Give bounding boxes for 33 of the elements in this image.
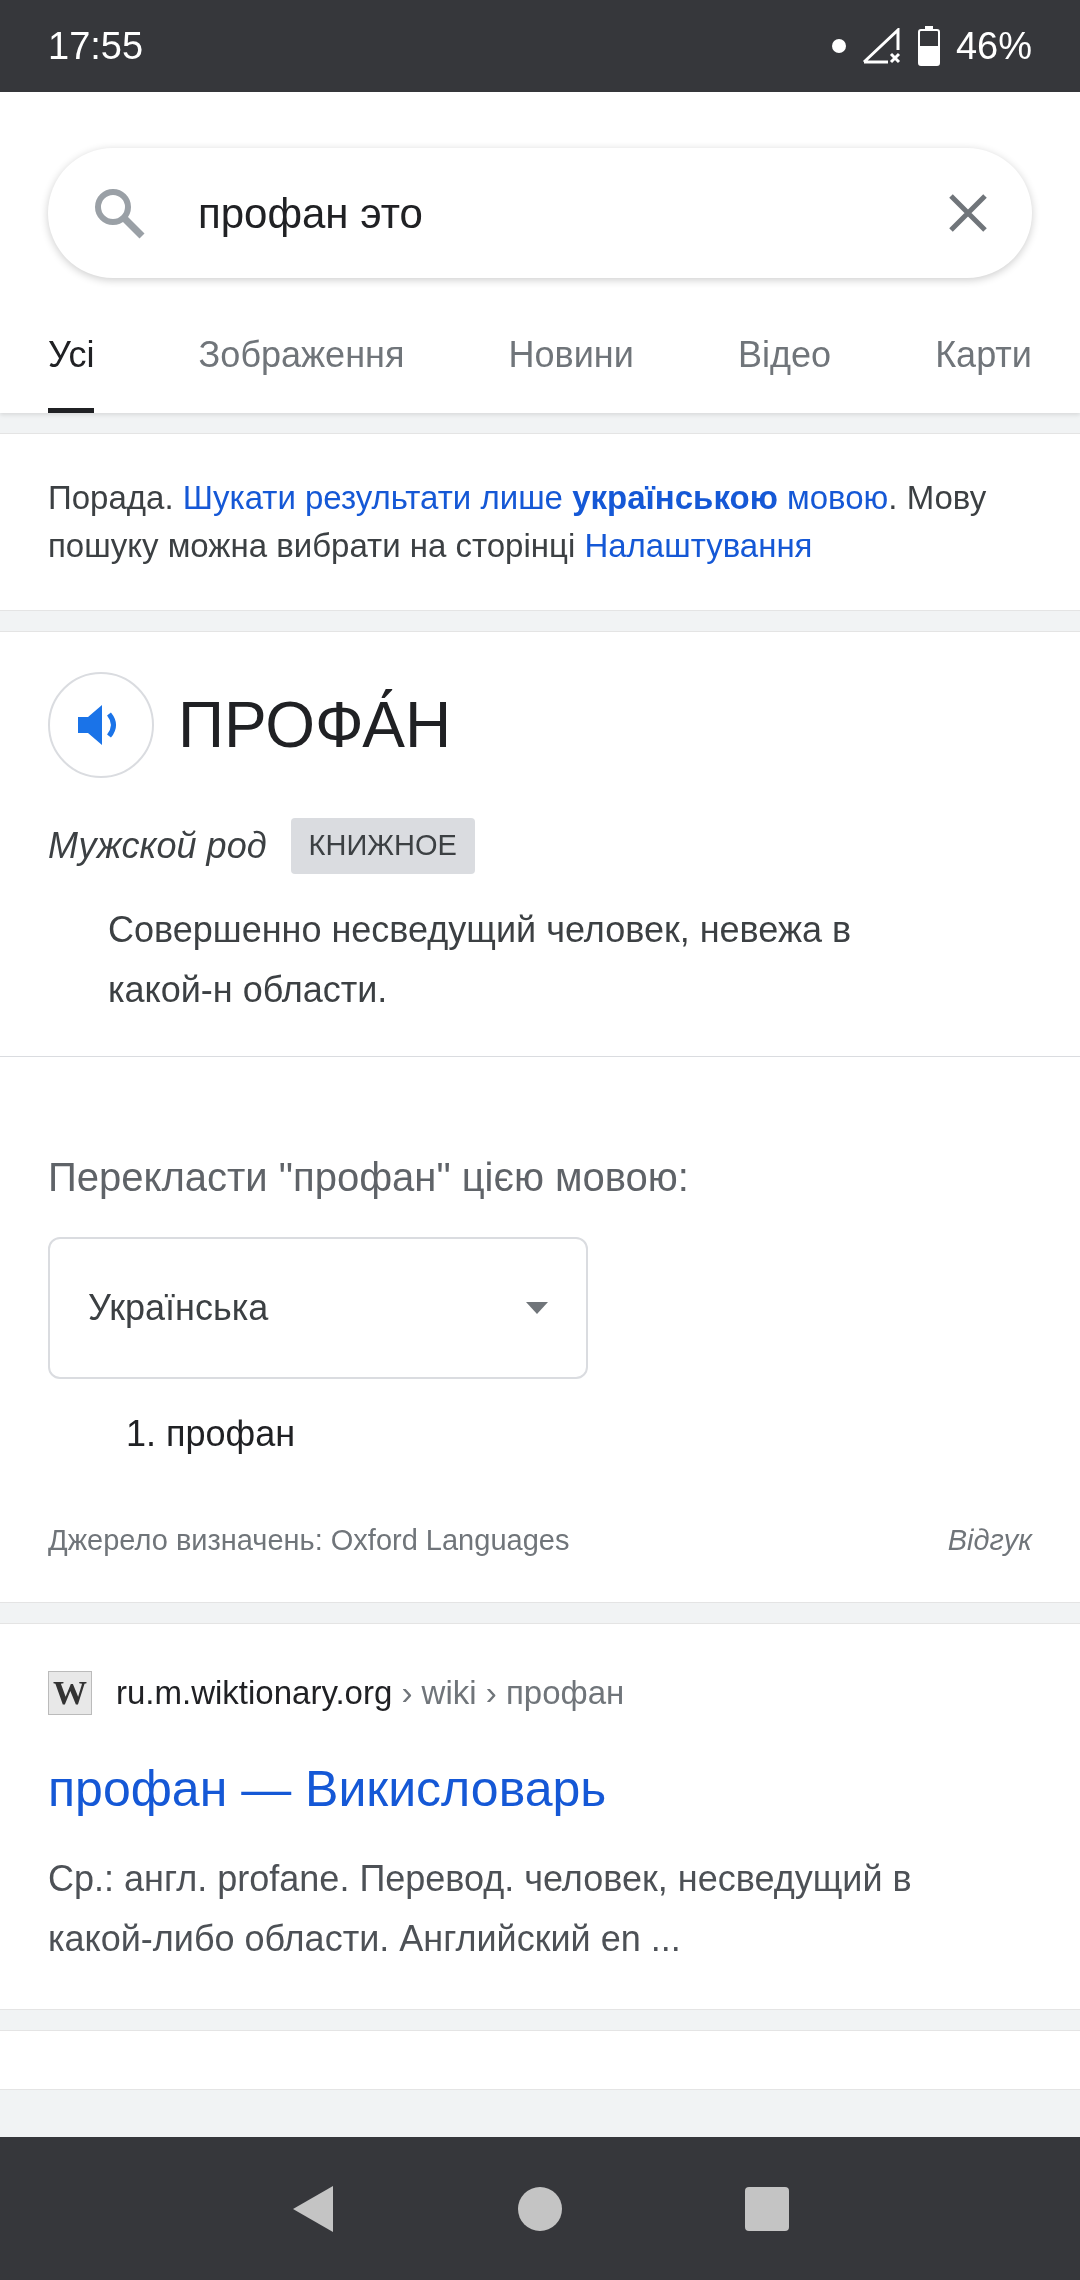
definition-text: Совершенно несведущий человек, невежа в какой-н области. <box>107 907 853 1012</box>
gender-label: Мужской род <box>48 823 267 868</box>
battery-percent: 46% <box>955 23 1032 69</box>
search-input[interactable]: профан это <box>196 180 898 246</box>
site-favicon: W <box>48 1670 92 1715</box>
signal-icon <box>861 28 902 64</box>
notification-dot-icon <box>831 39 846 53</box>
result-snippet: Ср.: англ. profane. Перевод. человек, несведущий в какой-либо области. Английский en ... <box>48 1856 913 1961</box>
usage-tag: КНИЖНОЕ <box>290 818 475 874</box>
dictionary-word: ПРОФА́Н <box>178 688 452 763</box>
source-text: Джерело визначень: Oxford Languages <box>48 1522 570 1558</box>
tab[interactable]: Відео <box>737 318 831 413</box>
tab[interactable]: Усі <box>48 318 95 413</box>
tab[interactable]: Зображення <box>198 318 405 413</box>
link[interactable]: Шукати результати лише українською мовою <box>182 479 889 516</box>
language-dropdown[interactable]: Українська <box>48 1236 588 1379</box>
recents-icon[interactable] <box>744 2186 789 2231</box>
tab[interactable]: Карти <box>935 318 1032 413</box>
result-title-link[interactable]: профан — Викисловарь <box>48 1751 1032 1827</box>
battery-icon <box>917 26 940 66</box>
translate-label: Перекласти "профан" цією мовою: <box>48 1153 690 1201</box>
back-icon[interactable] <box>291 2183 336 2234</box>
link[interactable]: Налаштування <box>584 527 813 564</box>
close-icon[interactable] <box>948 193 988 233</box>
caret-icon <box>526 1301 548 1314</box>
feedback-link[interactable]: Відгук <box>947 1518 1032 1562</box>
tab[interactable]: Новини <box>508 318 634 413</box>
tip-text: Порада. Шукати результати лише українською мовою. Мову пошуку можна вибрати на сторінці Налаштування <box>0 433 1080 611</box>
clock: 17:55 <box>48 23 144 69</box>
translation-item: 1. профан <box>126 1411 297 1456</box>
home-icon[interactable] <box>518 2186 562 2231</box>
search-icon <box>92 186 146 240</box>
result-url: ru.m.wiktionary.org › wiki › профан <box>116 1673 625 1713</box>
